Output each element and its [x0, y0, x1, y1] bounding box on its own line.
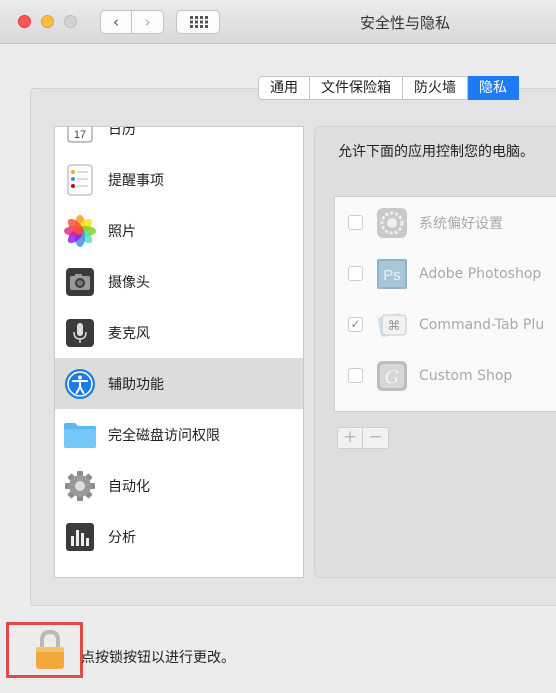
tab-privacy[interactable]: 隐私	[468, 76, 519, 100]
forward-button[interactable]: ›	[132, 10, 164, 34]
tab-general[interactable]: 通用	[258, 76, 310, 100]
sidebar-item-camera[interactable]: 摄像头	[55, 256, 303, 307]
sidebar-item-label: 辅助功能	[108, 376, 164, 393]
show-all-button[interactable]	[176, 10, 220, 34]
list-item[interactable]: G Custom Shop	[335, 350, 556, 401]
list-item[interactable]: Ps Adobe Photoshop	[335, 248, 556, 299]
chevron-left-icon: ‹	[113, 13, 119, 31]
permission-prompt: 允许下面的应用控制您的电脑。	[338, 144, 534, 160]
app-list[interactable]: 系统偏好设置 Ps Adobe Photoshop ✓ ⌘ Command-Ta…	[334, 196, 556, 412]
svg-text:G: G	[385, 367, 399, 388]
microphone-icon	[63, 316, 97, 350]
analytics-icon	[63, 520, 97, 554]
tab-firewall[interactable]: 防火墙	[403, 76, 468, 100]
sidebar-item-label: 自动化	[108, 478, 150, 495]
sidebar-item-label: 提醒事项	[108, 172, 164, 189]
app-checkbox[interactable]: ✓	[348, 317, 363, 332]
add-app-button[interactable]: +	[337, 427, 363, 449]
gear-icon	[63, 469, 97, 503]
sidebar-item-calendar[interactable]: 17 日历	[55, 126, 303, 154]
list-item[interactable]: ✓ ⌘ Command-Tab Plu	[335, 299, 556, 350]
sidebar-item-reminders[interactable]: 提醒事项	[55, 154, 303, 205]
privacy-category-list[interactable]: 17 日历 提醒事项 照片 摄像头 麦克风 辅助功能 完全磁盘访问权限 自动化 …	[54, 126, 304, 578]
sidebar-item-analytics[interactable]: 分析	[55, 511, 303, 562]
app-name: Custom Shop	[419, 367, 513, 384]
sidebar-item-label: 照片	[108, 223, 136, 240]
chevron-right-icon: ›	[144, 13, 151, 31]
lock-button[interactable]	[32, 628, 68, 672]
sidebar-item-label: 完全磁盘访问权限	[108, 427, 220, 444]
lock-icon	[36, 629, 64, 669]
svg-text:⌘: ⌘	[388, 319, 401, 334]
title-bar: ‹ › 安全性与隐私	[0, 0, 556, 44]
sidebar-item-microphone[interactable]: 麦克风	[55, 307, 303, 358]
lock-instruction: 点按锁按钮以进行更改。	[81, 650, 235, 666]
command-tab-icon: ⌘	[375, 308, 409, 342]
sidebar-item-label: 摄像头	[108, 274, 150, 291]
photos-icon	[63, 214, 97, 248]
calendar-icon: 17	[63, 127, 97, 146]
app-name: 系统偏好设置	[419, 215, 503, 232]
app-checkbox[interactable]	[348, 368, 363, 383]
tab-filevault[interactable]: 文件保险箱	[310, 76, 403, 100]
tab-bar: 通用 文件保险箱 防火墙 隐私	[258, 76, 519, 100]
folder-icon	[63, 418, 97, 452]
sidebar-item-full-disk-access[interactable]: 完全磁盘访问权限	[55, 409, 303, 460]
sidebar-item-accessibility[interactable]: 辅助功能	[55, 358, 303, 409]
system-preferences-icon	[375, 206, 409, 240]
zoom-button[interactable]	[64, 15, 77, 28]
sidebar-item-automation[interactable]: 自动化	[55, 460, 303, 511]
back-button[interactable]: ‹	[100, 10, 132, 34]
app-name: Adobe Photoshop	[419, 265, 542, 282]
sidebar-item-photos[interactable]: 照片	[55, 205, 303, 256]
sidebar-item-label: 麦克风	[108, 325, 150, 342]
minimize-button[interactable]	[41, 15, 54, 28]
photoshop-icon: Ps	[375, 257, 409, 291]
reminders-icon	[63, 163, 97, 197]
app-name: Command-Tab Plu	[419, 316, 545, 333]
sidebar-item-label: 日历	[108, 126, 136, 138]
accessibility-icon	[63, 367, 97, 401]
camera-icon	[63, 265, 97, 299]
grid-icon	[190, 16, 208, 28]
svg-text:Ps: Ps	[383, 267, 401, 284]
svg-text:17: 17	[74, 129, 86, 141]
window-title: 安全性与隐私	[360, 14, 451, 32]
sidebar-item-label: 分析	[108, 529, 136, 546]
list-item[interactable]: 系统偏好设置	[335, 197, 556, 248]
close-button[interactable]	[18, 15, 31, 28]
remove-app-button[interactable]: −	[363, 427, 389, 449]
custom-shop-icon: G	[375, 359, 409, 393]
app-checkbox[interactable]	[348, 215, 363, 230]
app-checkbox[interactable]	[348, 266, 363, 281]
